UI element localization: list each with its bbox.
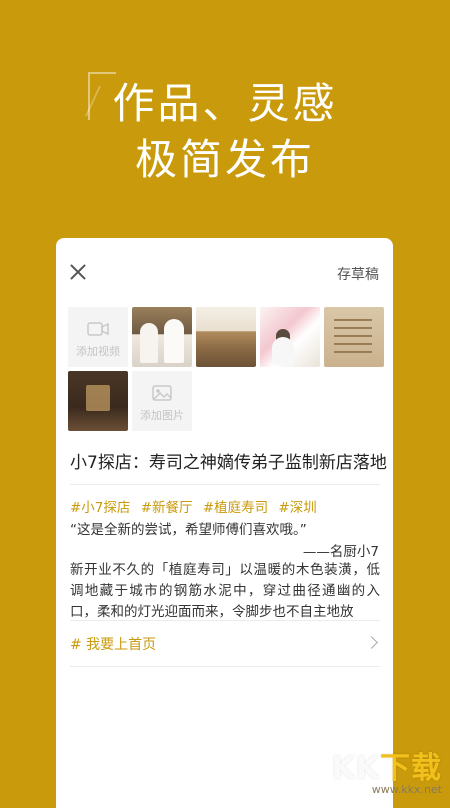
divider: [70, 484, 380, 485]
site-watermark: KK下载 www.kkx.net: [332, 743, 443, 796]
tag-list: #小7探店 #新餐厅 #植庭寿司 #深圳: [70, 496, 323, 516]
photo-thumbnail[interactable]: [260, 307, 320, 367]
add-image-label: 添加图片: [140, 409, 184, 422]
homepage-submit-row[interactable]: # 我要上首页: [70, 624, 380, 664]
divider: [70, 666, 380, 667]
post-quote: “这是全新的尝试，希望师傅们喜欢哦。”: [70, 522, 307, 538]
divider: [70, 620, 380, 621]
post-title-input[interactable]: 小7探店：寿司之神嫡传弟子监制新店落地: [70, 448, 387, 473]
hero-line-2: 极简发布: [134, 135, 315, 184]
chevron-right-icon: [365, 636, 378, 649]
tag-chip[interactable]: #深圳: [278, 500, 316, 516]
close-icon[interactable]: [68, 262, 88, 282]
add-video-button[interactable]: 添加视频: [68, 307, 128, 367]
video-camera-icon: [87, 322, 109, 336]
post-body-input[interactable]: 新开业不久的「植庭寿司」以温暖的木色装潢，低调地藏于城市的钢筋水泥中，穿过曲径通…: [70, 560, 380, 618]
photo-thumbnail[interactable]: [68, 371, 128, 431]
tag-chip[interactable]: #植庭寿司: [203, 500, 268, 516]
photo-thumbnail[interactable]: [196, 307, 256, 367]
hero-line-1: 作品、灵感: [112, 79, 338, 128]
add-video-label: 添加视频: [76, 345, 120, 358]
photo-thumbnail[interactable]: [324, 307, 384, 367]
homepage-label: # 我要上首页: [70, 637, 157, 653]
tag-chip[interactable]: #新餐厅: [141, 500, 193, 516]
tag-chip[interactable]: #小7探店: [70, 500, 130, 516]
image-icon: [152, 385, 172, 401]
post-editor-card: 存草稿 添加视频 添加图片 小7探店：寿司之神嫡传弟子监制新店落地 #小7探店 …: [56, 238, 393, 808]
photo-thumbnail[interactable]: [132, 307, 192, 367]
hero-title: 作品、灵感 极简发布: [0, 76, 450, 188]
watermark-brand-b: 下载: [380, 751, 442, 786]
add-image-button[interactable]: 添加图片: [132, 371, 192, 431]
watermark-brand-a: KK: [331, 751, 380, 786]
save-draft-button[interactable]: 存草稿: [337, 264, 379, 284]
quote-author: ——名厨小7: [302, 544, 379, 560]
